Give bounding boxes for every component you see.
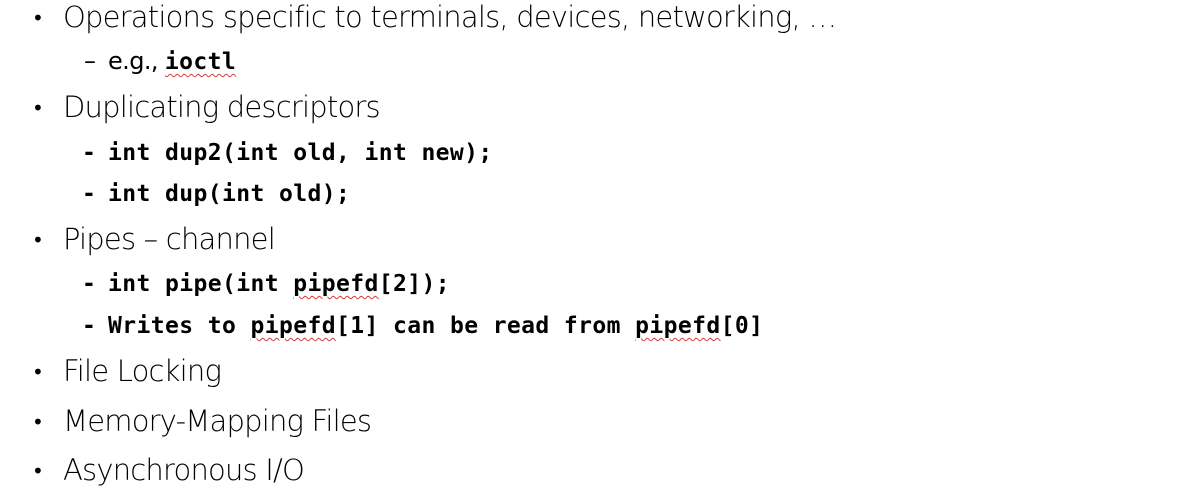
code-pipe: int pipe(int pipefd[2]); [108, 271, 450, 297]
bullet-icon: • [32, 410, 44, 434]
dash-icon: – [84, 47, 96, 75]
pipefd-word: pipefd [293, 271, 379, 297]
dash-icon: - [82, 140, 96, 166]
bullet-icon: • [32, 6, 44, 30]
slide-content: • Operations specific to terminals, devi… [0, 0, 1185, 503]
sub-bullet-ioctl: e.g., ioctl [108, 47, 236, 75]
dash-icon: - [82, 181, 96, 207]
code-pipe-before: int pipe(int [108, 271, 294, 297]
code-writes-part3: [0] [720, 313, 764, 339]
bullet-async-io: Asynchronous I/O [63, 453, 305, 487]
code-writes-part1: Writes to [108, 313, 251, 339]
code-dup2: int dup2(int old, int new); [108, 140, 493, 166]
bullet-icon: • [32, 360, 44, 384]
pipefd-word: pipefd [635, 313, 721, 339]
code-writes-part2: [1] can be read from [335, 313, 636, 339]
bullet-icon: • [32, 96, 44, 120]
code-dup: int dup(int old); [108, 181, 351, 207]
dash-icon: - [82, 271, 96, 297]
bullet-memory-mapping: Memory-Mapping Files [63, 404, 372, 438]
bullet-pipes: Pipes – channel [63, 222, 276, 256]
bullet-operations: Operations specific to terminals, device… [63, 0, 837, 34]
ioctl-code: ioctl [164, 49, 237, 75]
pipefd-word: pipefd [250, 313, 336, 339]
bullet-icon: • [32, 228, 44, 252]
sub-bullet-prefix: e.g., [108, 47, 165, 75]
bullet-file-locking: File Locking [63, 354, 222, 388]
bullet-icon: • [32, 459, 44, 483]
bullet-duplicating-descriptors: Duplicating descriptors [63, 90, 381, 124]
code-pipe-after: [2]); [378, 271, 450, 297]
dash-icon: - [82, 313, 96, 339]
code-writes: Writes to pipefd[1] can be read from pip… [108, 313, 763, 339]
